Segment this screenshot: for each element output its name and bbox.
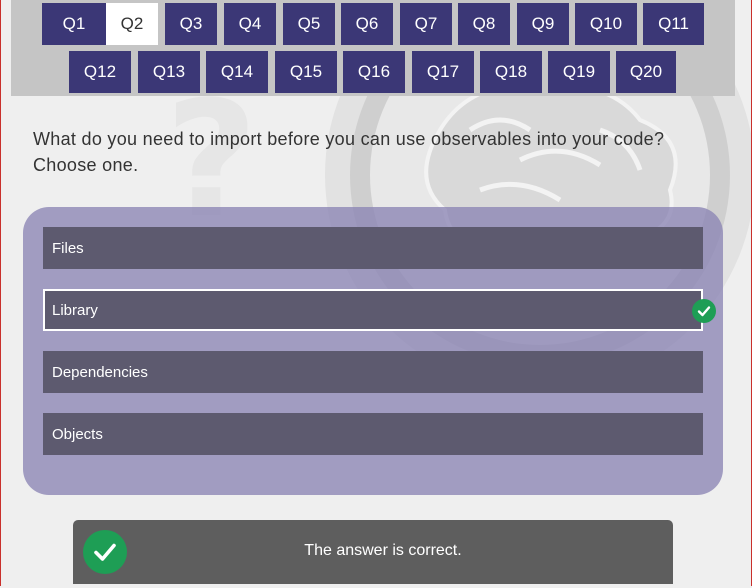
- question-button-q18[interactable]: Q18: [480, 51, 542, 93]
- question-button-q5[interactable]: Q5: [283, 3, 335, 45]
- question-button-q8[interactable]: Q8: [458, 3, 510, 45]
- question-button-q2[interactable]: Q2: [106, 3, 158, 45]
- option-objects[interactable]: Objects: [43, 413, 703, 455]
- question-button-q1[interactable]: Q1: [42, 3, 106, 45]
- question-button-q9[interactable]: Q9: [517, 3, 569, 45]
- question-button-q4[interactable]: Q4: [224, 3, 276, 45]
- question-button-q19[interactable]: Q19: [548, 51, 610, 93]
- question-button-q15[interactable]: Q15: [275, 51, 337, 93]
- feedback-message: The answer is correct.: [304, 542, 462, 559]
- option-library[interactable]: Library: [43, 289, 703, 331]
- feedback-bar: The answer is correct.: [73, 520, 673, 584]
- question-button-q20[interactable]: Q20: [616, 51, 676, 93]
- question-button-q6[interactable]: Q6: [341, 3, 393, 45]
- question-button-q7[interactable]: Q7: [400, 3, 452, 45]
- question-button-q10[interactable]: Q10: [575, 3, 637, 45]
- question-button-q3[interactable]: Q3: [165, 3, 217, 45]
- question-button-q12[interactable]: Q12: [69, 51, 131, 93]
- option-dependencies[interactable]: Dependencies: [43, 351, 703, 393]
- question-button-q11[interactable]: Q11: [643, 3, 704, 45]
- question-button-q16[interactable]: Q16: [343, 51, 405, 93]
- question-button-q13[interactable]: Q13: [138, 51, 200, 93]
- question-button-q17[interactable]: Q17: [412, 51, 474, 93]
- question-text: What do you need to import before you ca…: [33, 129, 665, 175]
- question-button-q14[interactable]: Q14: [206, 51, 268, 93]
- option-files[interactable]: Files: [43, 227, 703, 269]
- correct-check-icon: [692, 299, 716, 323]
